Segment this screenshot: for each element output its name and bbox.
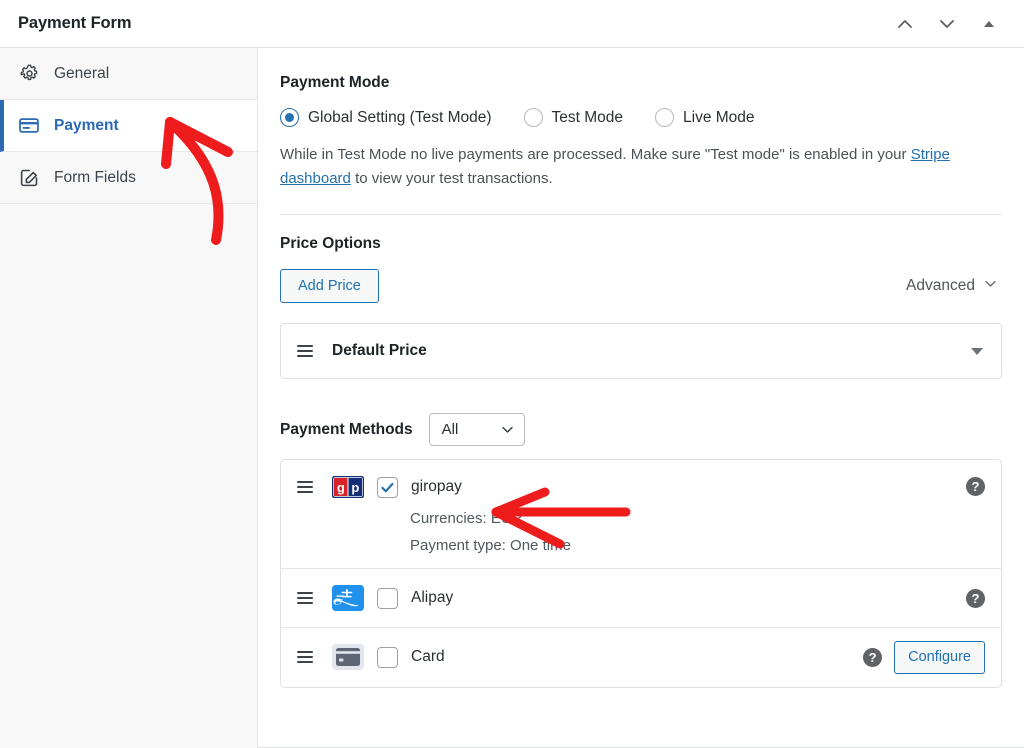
caret-down-icon[interactable] [971, 348, 983, 355]
help-icon[interactable]: ? [863, 648, 882, 667]
sidebar-item-general[interactable]: General [0, 48, 257, 100]
sidebar-item-label: General [54, 65, 109, 83]
description-text-before: While in Test Mode no live payments are … [280, 146, 911, 163]
payment-method-name: giropay [411, 478, 462, 496]
svg-text:g: g [337, 480, 345, 495]
drag-handle-icon[interactable] [297, 342, 315, 360]
payment-mode-option-test[interactable]: Test Mode [524, 108, 624, 127]
drag-handle-icon[interactable] [297, 648, 315, 666]
giropay-logo: g p [332, 474, 364, 500]
pencil-square-icon [18, 167, 40, 189]
advanced-toggle-label: Advanced [906, 277, 975, 295]
sidebar-item-label: Form Fields [54, 169, 136, 187]
payment-method-currencies: Currencies: EUR [410, 510, 954, 527]
help-icon[interactable]: ? [966, 589, 985, 608]
payment-methods-filter-select[interactable]: All [429, 413, 525, 446]
payment-mode-radio-group: Global Setting (Test Mode) Test Mode Liv… [280, 108, 1002, 127]
radio-label: Global Setting (Test Mode) [308, 109, 492, 127]
payment-method-actions: ? Configure [863, 641, 985, 674]
price-row-default[interactable]: Default Price [280, 323, 1002, 379]
payment-method-row-giropay[interactable]: g p giropay Currencies: EUR Payment type… [281, 460, 1001, 569]
payment-method-payment-type: Payment type: One time [410, 537, 954, 554]
configure-button[interactable]: Configure [894, 641, 985, 674]
filter-selected-value: All [442, 421, 459, 438]
settings-main-panel: Payment Mode Global Setting (Test Mode) … [258, 48, 1024, 748]
drag-handle-icon[interactable] [297, 478, 315, 496]
price-options-title: Price Options [280, 235, 1002, 253]
payment-method-checkbox-giropay[interactable] [377, 477, 398, 498]
payment-method-checkbox-alipay[interactable] [377, 588, 398, 609]
card-logo [332, 644, 364, 670]
alipay-logo [332, 585, 364, 611]
payment-method-row-card[interactable]: Card ? Configure [281, 628, 1001, 687]
payment-mode-title: Payment Mode [280, 74, 1002, 92]
payment-method-row-alipay[interactable]: Alipay ? [281, 569, 1001, 628]
radio-live-mode[interactable] [655, 108, 674, 127]
payment-method-name: Alipay [411, 589, 453, 607]
radio-label: Test Mode [552, 109, 624, 127]
titlebar-actions [892, 11, 1010, 37]
radio-global-setting[interactable] [280, 108, 299, 127]
drag-handle-icon[interactable] [297, 589, 315, 607]
radio-test-mode[interactable] [524, 108, 543, 127]
price-row-label: Default Price [332, 342, 427, 360]
add-price-button[interactable]: Add Price [280, 269, 379, 304]
sidebar-item-label: Payment [54, 117, 119, 135]
payment-mode-description: While in Test Mode no live payments are … [280, 143, 1002, 192]
settings-sidebar: General Payment Form Fields [0, 48, 258, 748]
help-icon[interactable]: ? [966, 477, 985, 496]
collapse-button[interactable] [976, 11, 1002, 37]
window-titlebar: Payment Form [0, 0, 1024, 48]
credit-card-icon [18, 115, 40, 137]
radio-label: Live Mode [683, 109, 755, 127]
move-up-button[interactable] [892, 11, 918, 37]
chevron-down-icon [500, 422, 515, 437]
payment-method-checkbox-card[interactable] [377, 647, 398, 668]
page-title: Payment Form [18, 14, 131, 33]
svg-text:p: p [351, 480, 359, 495]
description-text-after: to view your test transactions. [351, 170, 553, 187]
payment-method-name: Card [411, 648, 445, 666]
payment-methods-list: g p giropay Currencies: EUR Payment type… [280, 459, 1002, 688]
payment-method-actions: ? [966, 474, 985, 496]
sidebar-item-form-fields[interactable]: Form Fields [0, 152, 257, 204]
chevron-down-icon [983, 276, 998, 296]
content-shell: General Payment Form Fields [0, 48, 1024, 748]
payment-methods-header: Payment Methods All [280, 413, 1002, 446]
payment-mode-option-global[interactable]: Global Setting (Test Mode) [280, 108, 492, 127]
gear-icon [18, 63, 40, 85]
move-down-button[interactable] [934, 11, 960, 37]
payment-mode-option-live[interactable]: Live Mode [655, 108, 755, 127]
advanced-toggle[interactable]: Advanced [906, 276, 1002, 296]
payment-methods-title: Payment Methods [280, 421, 413, 439]
sidebar-item-payment[interactable]: Payment [0, 100, 257, 152]
section-divider [280, 214, 1002, 215]
price-options-toolbar: Add Price Advanced [280, 269, 1002, 304]
payment-method-actions: ? [966, 589, 985, 608]
